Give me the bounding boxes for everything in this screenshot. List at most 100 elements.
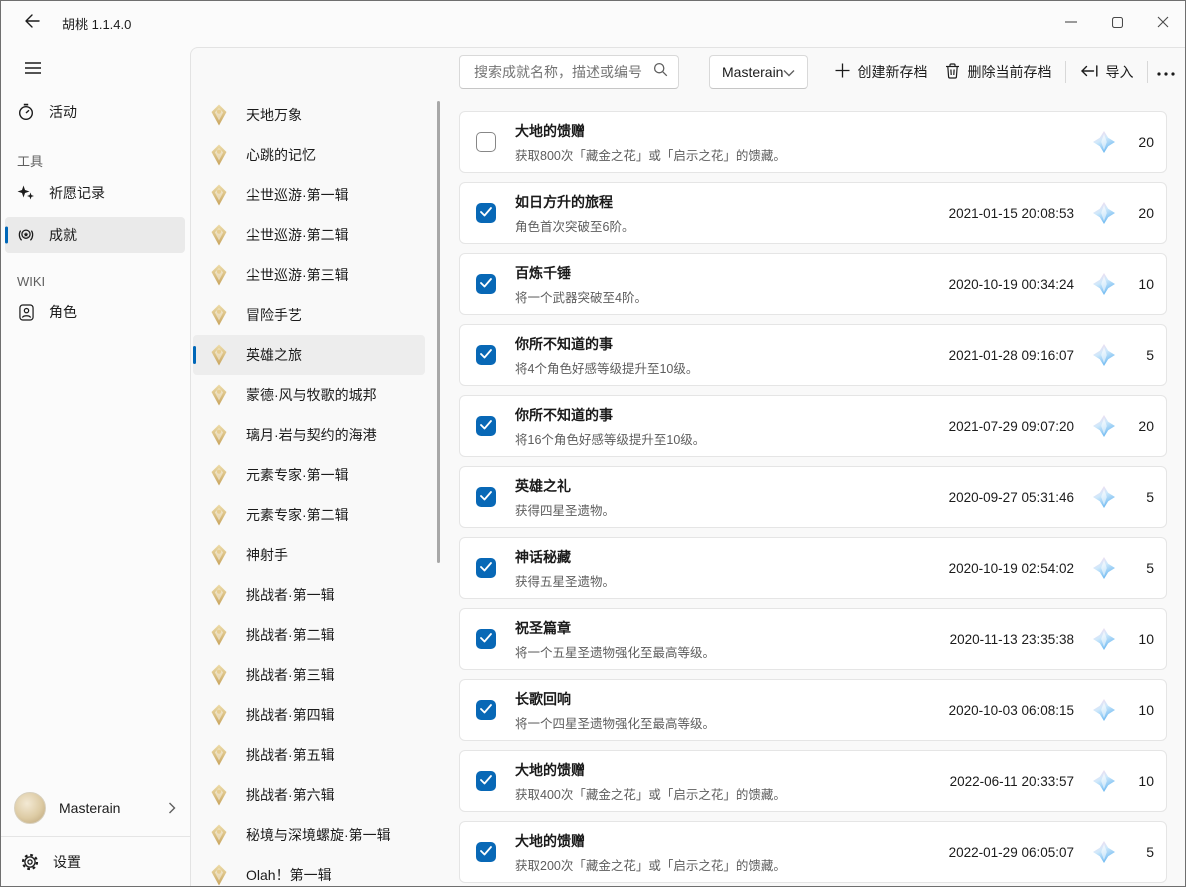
achievement-description: 获得五星圣遗物。 — [515, 571, 949, 590]
category-item[interactable]: 蒙德·风与牧歌的城邦 — [193, 375, 425, 415]
achievement-checkbox[interactable] — [476, 700, 496, 720]
category-item[interactable]: 英雄之旅 — [193, 335, 425, 375]
category-label: 元素专家·第二辑 — [246, 505, 349, 525]
category-item[interactable]: 心跳的记忆 — [193, 135, 425, 175]
category-item[interactable]: 秘境与深境螺旋·第一辑 — [193, 815, 425, 855]
minimize-button[interactable] — [1048, 0, 1094, 47]
category-label: 挑战者·第一辑 — [246, 585, 335, 605]
category-item[interactable]: 神射手 — [193, 535, 425, 575]
category-item[interactable]: 挑战者·第二辑 — [193, 615, 425, 655]
achievement-checkbox[interactable] — [476, 842, 496, 862]
sidebar: 活动 工具 祈愿记录 成就 WIKI 角色 Masterain — [0, 47, 190, 887]
sidebar-item-characters[interactable]: 角色 — [5, 294, 185, 330]
category-item[interactable]: 尘世巡游·第一辑 — [193, 175, 425, 215]
sidebar-item-achievements[interactable]: 成就 — [5, 217, 185, 253]
checkmark-icon — [480, 559, 492, 577]
achievement-points: 10 — [1128, 702, 1154, 718]
category-item[interactable]: 尘世巡游·第二辑 — [193, 215, 425, 255]
achievement-checkbox[interactable] — [476, 274, 496, 294]
achievement-checkbox[interactable] — [476, 132, 496, 152]
category-item[interactable]: 璃月·岩与契约的海港 — [193, 415, 425, 455]
category-label: 挑战者·第三辑 — [246, 665, 335, 685]
sidebar-item-wish-history[interactable]: 祈愿记录 — [5, 175, 185, 211]
primogem-icon — [1092, 485, 1116, 509]
category-label: 尘世巡游·第一辑 — [246, 185, 349, 205]
search-input[interactable] — [472, 63, 653, 81]
category-item[interactable]: 挑战者·第三辑 — [193, 655, 425, 695]
user-avatar — [14, 792, 46, 824]
achievement-timestamp: 2021-01-28 09:16:07 — [949, 348, 1074, 363]
category-item[interactable]: 天地万象 — [193, 95, 425, 135]
search-box — [459, 55, 679, 89]
sidebar-item-settings[interactable]: 设置 — [0, 839, 190, 885]
achievement-checkbox[interactable] — [476, 629, 496, 649]
wish-history-icon — [16, 184, 36, 202]
sidebar-item-label: 角色 — [49, 302, 77, 322]
category-emblem-icon — [206, 582, 232, 608]
achievement-checkbox[interactable] — [476, 345, 496, 365]
category-scrollbar[interactable] — [437, 101, 440, 563]
create-archive-button[interactable]: 创建新存档 — [826, 55, 936, 89]
user-name: Masterain — [59, 800, 120, 816]
delete-archive-button[interactable]: 删除当前存档 — [936, 55, 1060, 89]
sidebar-section-tools: 工具 — [17, 151, 190, 170]
achievement-description: 将一个四星圣遗物强化至最高等级。 — [515, 713, 949, 732]
achievement-checkbox[interactable] — [476, 558, 496, 578]
checkmark-icon — [480, 346, 492, 364]
back-button[interactable] — [16, 9, 48, 39]
category-emblem-icon — [206, 182, 232, 208]
ellipsis-icon — [1157, 63, 1175, 81]
category-item[interactable]: Olah！第一辑 — [193, 855, 425, 887]
achievement-title: 如日方升的旅程 — [515, 192, 949, 212]
sidebar-item-activity[interactable]: 活动 — [5, 94, 185, 130]
primogem-icon — [1092, 414, 1116, 438]
achievement-checkbox[interactable] — [476, 416, 496, 436]
category-label: Olah！第一辑 — [246, 865, 332, 885]
achievement-points: 10 — [1128, 631, 1154, 647]
import-button[interactable]: 导入 — [1071, 55, 1142, 89]
achievement-text: 祝圣篇章 将一个五星圣遗物强化至最高等级。 — [515, 618, 950, 661]
close-button[interactable] — [1140, 0, 1186, 47]
achievement-points: 5 — [1128, 560, 1154, 576]
maximize-button[interactable] — [1094, 0, 1140, 47]
more-options-button[interactable] — [1153, 55, 1178, 89]
primogem-icon — [1092, 769, 1116, 793]
character-icon — [16, 304, 36, 321]
achievement-points: 5 — [1128, 844, 1154, 860]
sidebar-item-label: 成就 — [49, 225, 77, 245]
activity-icon — [16, 103, 36, 121]
achievement-timestamp: 2021-01-15 20:08:53 — [949, 206, 1074, 221]
achievement-card: 大地的馈赠 获取400次「藏金之花」或「启示之花」的馈藏。 2022-06-11… — [459, 750, 1167, 812]
achievement-checkbox[interactable] — [476, 203, 496, 223]
category-item[interactable]: 挑战者·第六辑 — [193, 775, 425, 815]
category-item[interactable]: 元素专家·第一辑 — [193, 455, 425, 495]
divider — [1147, 61, 1148, 83]
category-emblem-icon — [206, 302, 232, 328]
achievement-text: 英雄之礼 获得四星圣遗物。 — [515, 476, 949, 519]
category-item[interactable]: 挑战者·第四辑 — [193, 695, 425, 735]
primogem-icon — [1092, 343, 1116, 367]
titlebar: 胡桃 1.1.4.0 — [0, 0, 1186, 47]
category-panel: 天地万象 心跳的记忆 尘世巡游·第一辑 尘世巡游·第二辑 尘世巡游·第三辑 冒险… — [191, 48, 441, 887]
achievement-description: 将一个武器突破至4阶。 — [515, 287, 949, 306]
category-label: 神射手 — [246, 545, 288, 565]
user-account-button[interactable]: Masterain — [0, 782, 190, 834]
achievement-card: 如日方升的旅程 角色首次突破至6阶。 2021-01-15 20:08:53 2… — [459, 182, 1167, 244]
category-emblem-icon — [206, 822, 232, 848]
achievement-card: 长歌回响 将一个四星圣遗物强化至最高等级。 2020-10-03 06:08:1… — [459, 679, 1167, 741]
achievement-points: 20 — [1128, 134, 1154, 150]
achievement-description: 将16个角色好感等级提升至10级。 — [515, 429, 949, 448]
archive-selector[interactable]: Masterain — [709, 55, 808, 89]
category-item[interactable]: 挑战者·第五辑 — [193, 735, 425, 775]
achievement-checkbox[interactable] — [476, 771, 496, 791]
achievement-description: 获取800次「藏金之花」或「启示之花」的馈藏。 — [515, 145, 1074, 164]
category-item[interactable]: 元素专家·第二辑 — [193, 495, 425, 535]
hamburger-button[interactable] — [13, 53, 53, 87]
achievement-checkbox[interactable] — [476, 487, 496, 507]
chevron-down-icon — [783, 64, 795, 80]
category-item[interactable]: 挑战者·第一辑 — [193, 575, 425, 615]
achievement-timestamp: 2020-10-19 02:54:02 — [949, 561, 1074, 576]
category-item[interactable]: 冒险手艺 — [193, 295, 425, 335]
category-item[interactable]: 尘世巡游·第三辑 — [193, 255, 425, 295]
category-emblem-icon — [206, 662, 232, 688]
